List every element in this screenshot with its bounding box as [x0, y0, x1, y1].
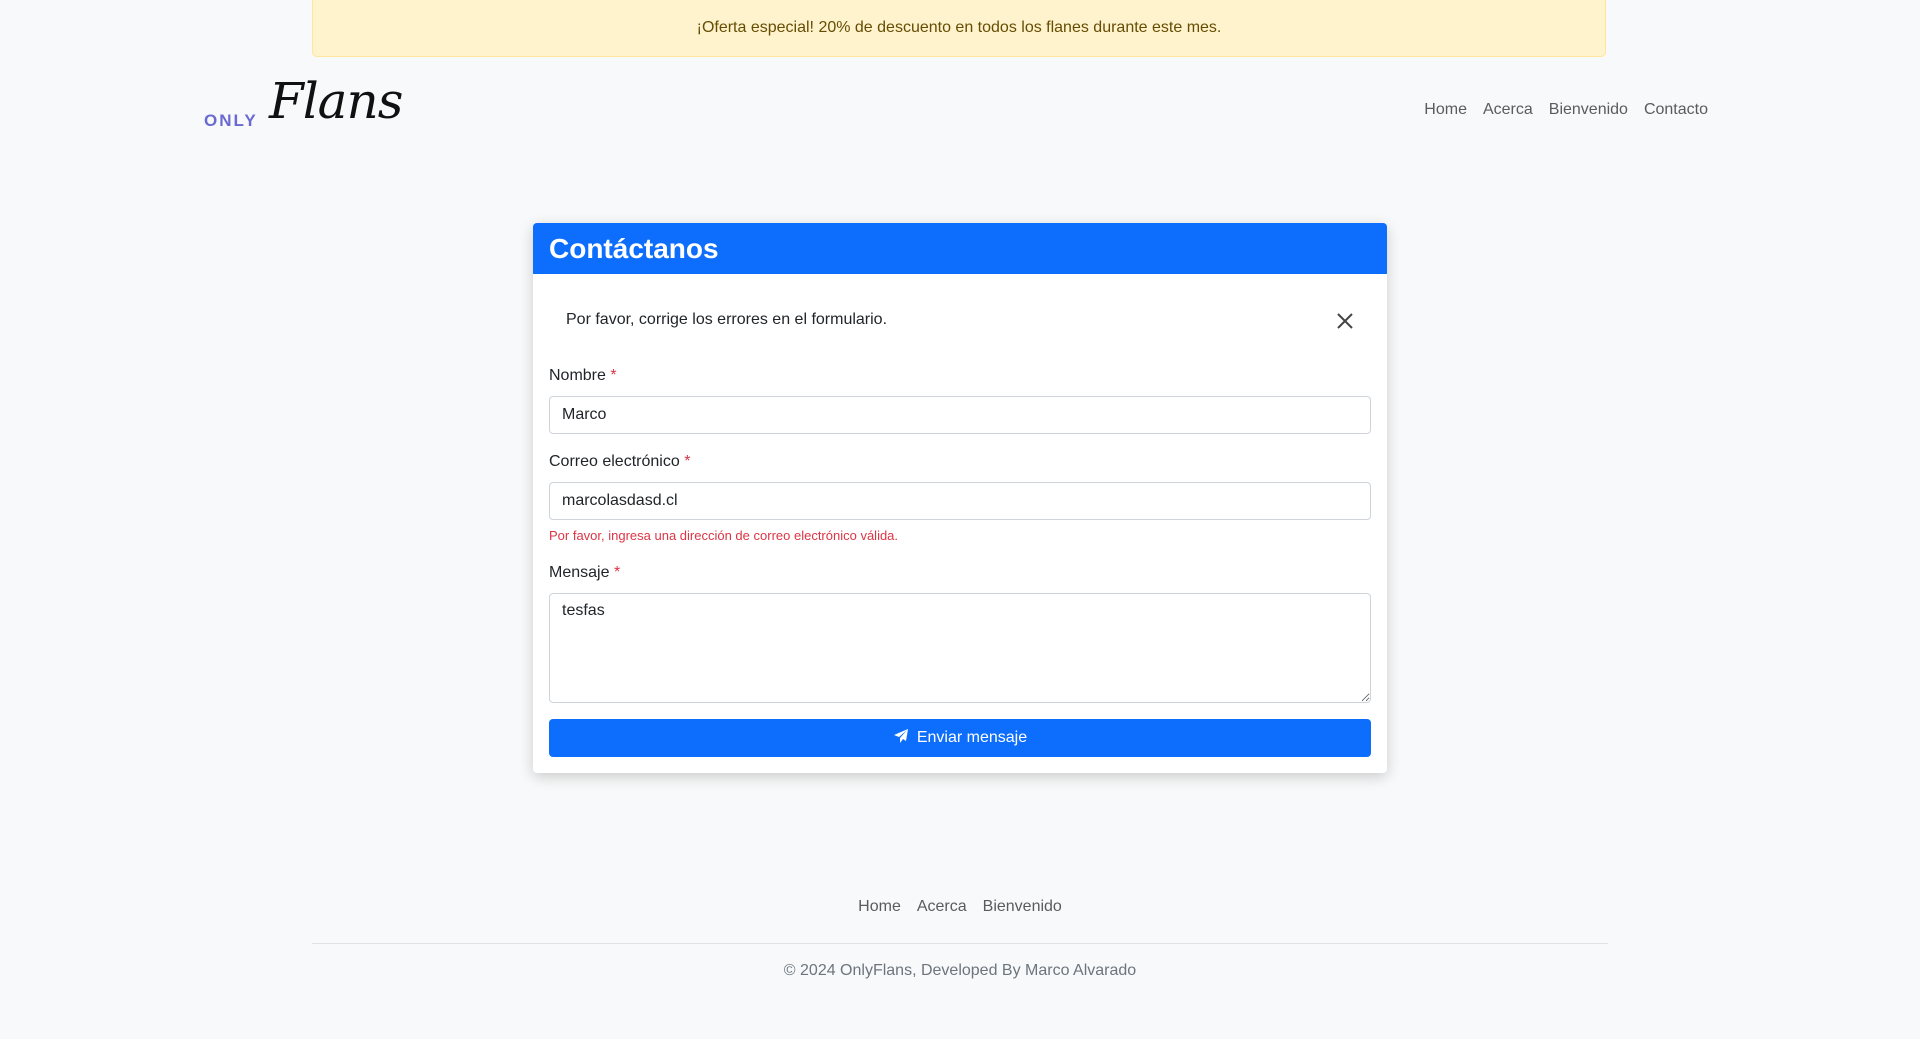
- promo-text: ¡Oferta especial! 20% de descuento en to…: [696, 19, 1222, 36]
- required-mark: *: [610, 367, 617, 384]
- message-label: Mensaje *: [549, 564, 620, 582]
- logo[interactable]: ONLY Flans: [203, 72, 403, 140]
- email-input[interactable]: [549, 482, 1371, 520]
- email-error: Por favor, ingresa una dirección de corr…: [549, 528, 899, 543]
- nav-contacto[interactable]: Contacto: [1644, 101, 1708, 119]
- contact-card: Contáctanos Por favor, corrige los error…: [533, 223, 1387, 773]
- form-error-alert: Por favor, corrige los errores en el for…: [549, 295, 1371, 345]
- footer-nav: Home Acerca Bienvenido: [0, 898, 1920, 916]
- email-label: Correo electrónico *: [549, 453, 690, 471]
- footer-nav-home[interactable]: Home: [858, 898, 901, 916]
- copyright: © 2024 OnlyFlans, Developed By Marco Alv…: [783, 962, 1137, 979]
- required-mark: *: [613, 564, 621, 581]
- close-icon[interactable]: [1335, 311, 1355, 331]
- submit-label: Enviar mensaje: [916, 729, 1028, 746]
- nav-home[interactable]: Home: [1424, 101, 1467, 119]
- name-label: Nombre *: [549, 367, 617, 385]
- message-textarea[interactable]: tesfas: [549, 593, 1371, 703]
- name-label-text: Nombre: [549, 367, 606, 384]
- message-label-text: Mensaje: [549, 564, 610, 581]
- paper-plane-icon: [893, 728, 909, 749]
- submit-button[interactable]: Enviar mensaje: [549, 719, 1371, 757]
- footer-nav-acerca[interactable]: Acerca: [917, 898, 967, 916]
- logo-only: ONLY: [204, 111, 258, 130]
- footer-divider: [312, 943, 1608, 944]
- card-title: Contáctanos: [533, 223, 1387, 274]
- alert-text: Por favor, corrige los errores en el for…: [566, 311, 888, 328]
- promo-banner: ¡Oferta especial! 20% de descuento en to…: [312, 0, 1606, 57]
- logo-flans: Flans: [269, 72, 403, 130]
- nav-acerca[interactable]: Acerca: [1483, 101, 1533, 119]
- name-input[interactable]: [549, 396, 1371, 434]
- email-label-text: Correo electrónico: [549, 453, 680, 470]
- top-nav: Home Acerca Bienvenido Contacto: [1424, 101, 1708, 119]
- footer-nav-bienvenido[interactable]: Bienvenido: [983, 898, 1062, 916]
- required-mark: *: [684, 453, 691, 470]
- nav-bienvenido[interactable]: Bienvenido: [1549, 101, 1628, 119]
